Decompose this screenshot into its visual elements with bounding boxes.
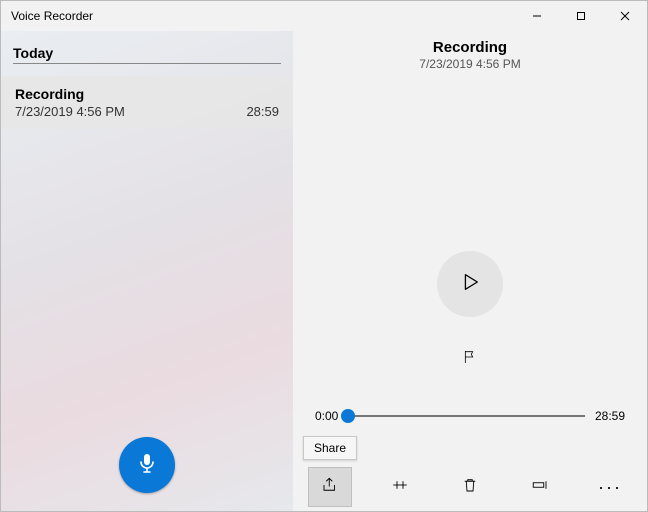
- rename-button[interactable]: [518, 467, 562, 507]
- scrubber-track[interactable]: [348, 415, 585, 417]
- detail-title: Recording: [419, 39, 520, 56]
- play-icon: [459, 271, 481, 298]
- app-window: Voice Recorder Today Recording 7/23/2019…: [0, 0, 648, 512]
- recording-duration: 28:59: [246, 104, 279, 119]
- delete-button[interactable]: [448, 467, 492, 507]
- record-button[interactable]: [119, 437, 175, 493]
- minimize-button[interactable]: [515, 1, 559, 31]
- recording-name: Recording: [15, 86, 279, 102]
- add-marker-button[interactable]: [454, 343, 486, 375]
- detail-pane: Recording 7/23/2019 4:56 PM 0:00 28:59: [293, 31, 647, 511]
- share-tooltip: Share: [303, 436, 357, 460]
- play-button[interactable]: [437, 251, 503, 317]
- flag-icon: [462, 349, 478, 370]
- share-icon: [321, 476, 339, 499]
- share-button[interactable]: Share: [308, 467, 352, 507]
- app-title: Voice Recorder: [1, 9, 93, 23]
- time-total: 28:59: [595, 409, 625, 423]
- trim-icon: [391, 476, 409, 499]
- close-button[interactable]: [603, 1, 647, 31]
- detail-toolbar: Share: [293, 463, 647, 511]
- microphone-icon: [135, 451, 159, 480]
- recording-list-item[interactable]: Recording 7/23/2019 4:56 PM 28:59: [1, 76, 293, 129]
- trash-icon: [461, 476, 479, 499]
- recording-date: 7/23/2019 4:56 PM: [15, 104, 125, 119]
- trim-button[interactable]: [378, 467, 422, 507]
- time-current: 0:00: [315, 409, 338, 423]
- detail-date: 7/23/2019 4:56 PM: [419, 57, 520, 71]
- section-label: Today: [13, 45, 281, 64]
- rename-icon: [531, 476, 549, 499]
- title-bar: Voice Recorder: [1, 1, 647, 31]
- recordings-sidebar: Today Recording 7/23/2019 4:56 PM 28:59: [1, 31, 293, 511]
- body: Today Recording 7/23/2019 4:56 PM 28:59 …: [1, 31, 647, 511]
- section-header: Today: [1, 31, 293, 68]
- maximize-button[interactable]: [559, 1, 603, 31]
- scrubber-thumb[interactable]: [341, 409, 355, 423]
- more-button[interactable]: ···: [588, 467, 632, 507]
- detail-header: Recording 7/23/2019 4:56 PM: [419, 39, 520, 71]
- playback-scrubber: 0:00 28:59: [315, 409, 625, 423]
